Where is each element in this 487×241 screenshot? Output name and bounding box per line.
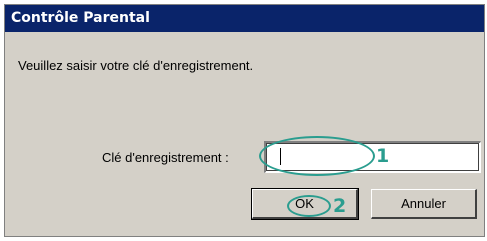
- instruction-text: Veuillez saisir votre clé d'enregistreme…: [18, 58, 254, 73]
- window-title: Contrôle Parental: [11, 10, 150, 26]
- title-bar[interactable]: Contrôle Parental: [5, 5, 484, 32]
- annotation-number-1: 1: [376, 145, 390, 167]
- annotation-number-2: 2: [333, 195, 347, 217]
- text-caret: [280, 148, 281, 165]
- registration-key-label: Clé d'enregistrement :: [102, 150, 229, 165]
- cancel-button[interactable]: Annuler: [371, 189, 477, 219]
- parental-control-dialog: Contrôle Parental Veuillez saisir votre …: [4, 4, 485, 237]
- registration-key-input[interactable]: [264, 141, 481, 173]
